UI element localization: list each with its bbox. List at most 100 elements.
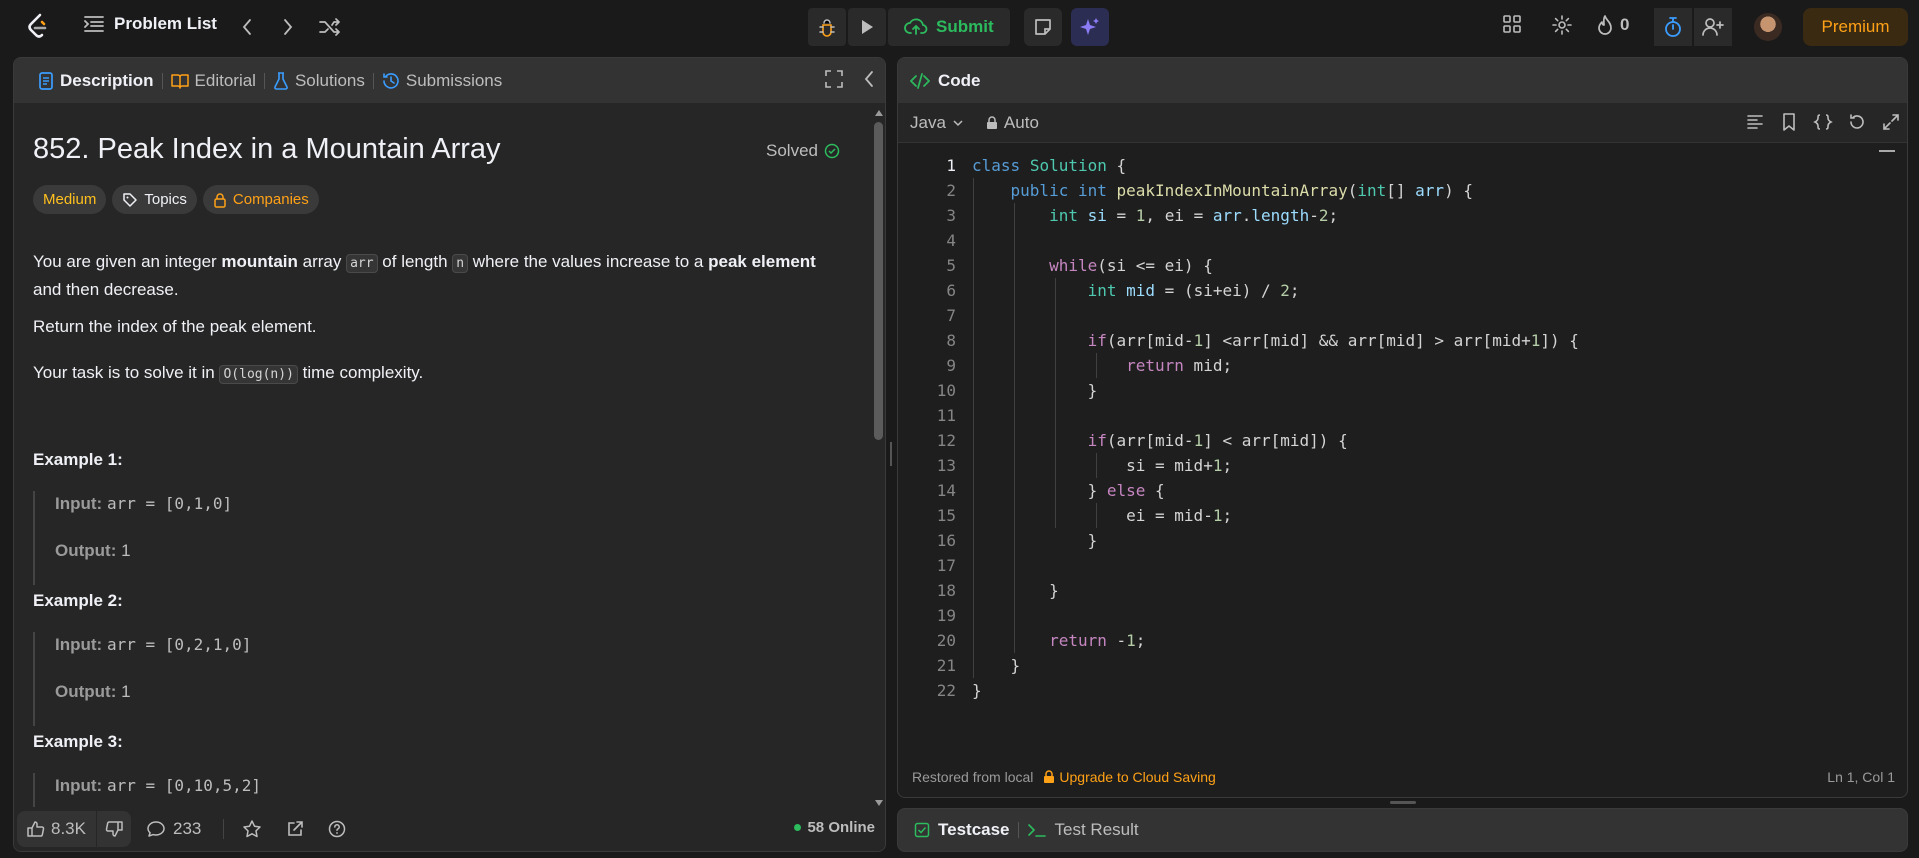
code-line: 13 si = mid+1; <box>898 453 1893 478</box>
language-select[interactable]: Java <box>910 113 964 133</box>
bookmark-icon[interactable] <box>1779 112 1799 132</box>
tab-solutions[interactable]: Solutions <box>265 71 373 91</box>
code-line: 11 <box>898 403 1893 428</box>
debug-button[interactable] <box>808 8 846 46</box>
code-editor[interactable]: 1 class Solution { 2 public int peakIndex… <box>898 153 1893 743</box>
expand-icon[interactable] <box>1881 112 1901 132</box>
code-line: 9 return mid; <box>898 353 1893 378</box>
editor-status-bar: Restored from local Upgrade to Cloud Sav… <box>898 757 1907 797</box>
solved-status: Solved <box>766 141 840 161</box>
code-line: 5 while(si <= ei) { <box>898 253 1893 278</box>
line-number: 7 <box>946 306 956 325</box>
example-block: Input: arr = [0,2,1,0] Output: 1 <box>33 632 251 726</box>
line-number: 16 <box>936 531 956 550</box>
description-tabs: Description Editorial Solutions Submissi… <box>14 58 885 103</box>
reset-icon[interactable] <box>1847 112 1867 132</box>
example-title: Example 1: <box>33 450 123 469</box>
leetcode-logo-icon[interactable] <box>26 13 50 41</box>
run-button[interactable] <box>848 8 886 46</box>
tab-submissions[interactable]: Submissions <box>374 71 510 91</box>
shuffle-button[interactable] <box>318 15 342 39</box>
code-line: 1 class Solution { <box>898 153 1893 178</box>
line-number: 2 <box>946 181 956 200</box>
share-button[interactable] <box>286 820 304 838</box>
vertical-splitter[interactable] <box>890 442 894 466</box>
thumbs-down-icon <box>105 820 123 838</box>
editor-toolbar: Java Auto <box>898 103 1907 143</box>
code-line: 21 } <box>898 653 1893 678</box>
code-line: 7 <box>898 303 1893 328</box>
scroll-thumb[interactable] <box>874 122 883 440</box>
format-icon[interactable] <box>1745 112 1765 132</box>
gear-icon[interactable] <box>1551 14 1573 36</box>
code-line: 14 } else { <box>898 478 1893 503</box>
line-number: 4 <box>946 231 956 250</box>
description-icon <box>38 71 54 90</box>
dislike-button[interactable] <box>95 811 131 847</box>
like-button[interactable]: 8.3K <box>17 811 96 847</box>
terminal-icon <box>1027 822 1047 838</box>
code-line: 6 int mid = (si+ei) / 2; <box>898 278 1893 303</box>
tab-testcase[interactable]: Testcase <box>914 820 1010 840</box>
panel-actions <box>825 70 875 88</box>
upgrade-link[interactable]: Upgrade to Cloud Saving <box>1043 769 1216 785</box>
problem-list-button[interactable]: Problem List <box>84 14 217 34</box>
collapse-icon[interactable] <box>863 70 875 88</box>
code-panel: Code Java Auto 1 class Solution { 2 publi… <box>897 57 1908 798</box>
favorite-button[interactable] <box>242 819 262 839</box>
line-number: 12 <box>936 431 956 450</box>
code-line: 16 } <box>898 528 1893 553</box>
submit-label: Submit <box>936 17 994 36</box>
topics-button[interactable]: Topics <box>112 185 197 214</box>
line-number: 18 <box>936 581 956 600</box>
external-link-icon <box>286 820 304 838</box>
editor-actions <box>1745 112 1901 132</box>
description-paragraph: You are given an integer mountain array … <box>33 252 816 299</box>
code-line: 2 public int peakIndexInMountainArray(in… <box>898 178 1893 203</box>
code-line: 12 if(arr[mid-1] < arr[mid]) { <box>898 428 1893 453</box>
comments-button[interactable]: 233 <box>147 819 201 839</box>
timer-button[interactable] <box>1654 8 1692 46</box>
streak-counter[interactable]: 0 <box>1596 14 1629 36</box>
description-scrollbar[interactable] <box>871 108 883 808</box>
maximize-icon[interactable] <box>825 70 843 88</box>
prev-problem-button[interactable] <box>235 15 259 39</box>
like-count: 8.3K <box>51 819 86 838</box>
submit-button[interactable]: Submit <box>888 8 1010 46</box>
tab-editorial[interactable]: Editorial <box>163 71 264 91</box>
line-number: 14 <box>936 481 956 500</box>
notes-button[interactable] <box>1024 8 1062 46</box>
cursor-position: Ln 1, Col 1 <box>1827 769 1895 785</box>
example-output: Output: 1 <box>55 541 131 560</box>
auto-mode[interactable]: Auto <box>986 113 1039 133</box>
checkbox-icon <box>914 822 930 838</box>
braces-icon[interactable] <box>1813 112 1833 132</box>
code-line: 8 if(arr[mid-1] <arr[mid] && arr[mid] > … <box>898 328 1893 353</box>
avatar[interactable] <box>1754 13 1782 41</box>
example-input: Input: arr = [0,2,1,0] <box>55 635 252 654</box>
chevron-down-icon <box>952 118 964 128</box>
premium-button[interactable]: Premium <box>1803 8 1908 46</box>
code-line: 17 <box>898 553 1893 578</box>
tab-test-result[interactable]: Test Result <box>1027 820 1139 840</box>
next-problem-button[interactable] <box>276 15 300 39</box>
online-dot <box>794 824 802 831</box>
example-input: Input: arr = [0,10,5,2] <box>55 776 262 795</box>
ai-assistant-button[interactable] <box>1071 8 1109 46</box>
help-button[interactable] <box>328 820 346 838</box>
run-submit-group: Submit <box>808 8 1010 46</box>
example-block: Input: arr = [0,10,5,2] <box>33 773 261 808</box>
code-line: 19 <box>898 603 1893 628</box>
horizontal-splitter[interactable] <box>1390 801 1416 804</box>
code-icon <box>910 72 930 89</box>
list-icon <box>84 15 104 33</box>
book-icon <box>170 73 189 89</box>
add-friend-button[interactable] <box>1694 8 1732 46</box>
layout-icon[interactable] <box>1502 14 1522 34</box>
page-title: 852. Peak Index in a Mountain Array <box>33 133 501 165</box>
footer-divider <box>223 819 225 839</box>
tab-description[interactable]: Description <box>30 71 162 91</box>
example-input: Input: arr = [0,1,0] <box>55 494 233 513</box>
example-title: Example 2: <box>33 591 123 610</box>
companies-button[interactable]: Companies <box>202 185 319 214</box>
